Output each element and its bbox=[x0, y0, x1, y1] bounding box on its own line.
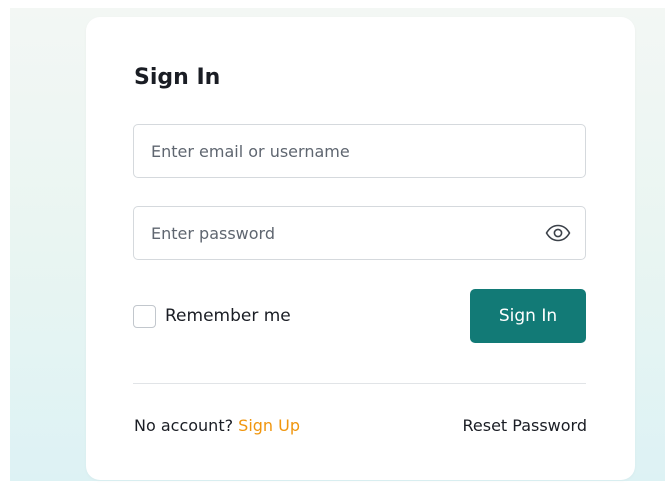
no-account-prompt: No account? Sign Up bbox=[134, 415, 300, 437]
divider bbox=[133, 383, 586, 384]
remember-me-label: Remember me bbox=[165, 306, 291, 326]
page-title: Sign In bbox=[134, 65, 221, 90]
eye-icon[interactable] bbox=[545, 222, 571, 244]
password-input[interactable] bbox=[134, 207, 585, 259]
email-field-container bbox=[133, 124, 586, 178]
reset-password-link[interactable]: Reset Password bbox=[462, 415, 587, 437]
remember-me-checkbox[interactable] bbox=[133, 304, 156, 328]
sign-in-card: Sign In Remember me Sign In No account? … bbox=[86, 17, 635, 480]
sign-up-link[interactable]: Sign Up bbox=[238, 416, 300, 435]
sign-in-button[interactable]: Sign In bbox=[470, 289, 586, 343]
no-account-text: No account? bbox=[134, 416, 234, 435]
remember-me-option[interactable]: Remember me bbox=[133, 304, 291, 328]
password-field-container bbox=[133, 206, 586, 260]
email-input[interactable] bbox=[134, 125, 585, 177]
